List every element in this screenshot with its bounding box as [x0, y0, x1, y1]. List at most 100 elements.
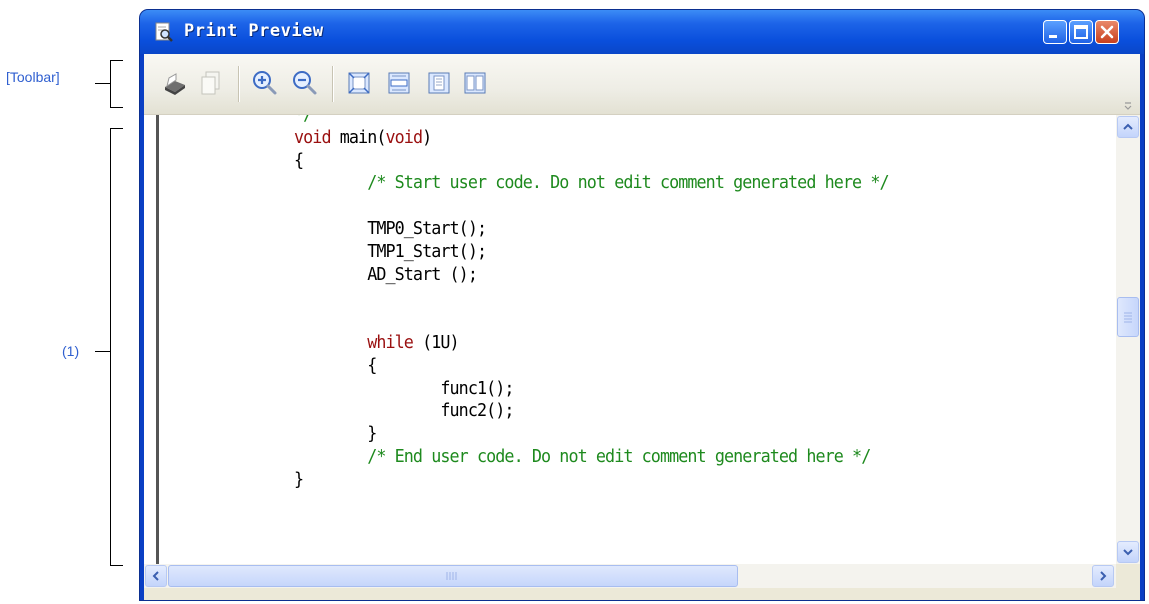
code-text: ) — [422, 126, 432, 148]
scrollbar-corner — [1116, 564, 1140, 588]
chevron-left-icon — [152, 571, 159, 581]
window-client-area: */void main(void){ /* Start user code. D… — [144, 54, 1140, 600]
pane-callout-label: (1) — [62, 343, 80, 359]
code-line: /* End user code. Do not edit comment ge… — [294, 446, 889, 469]
code-keyword: void — [385, 126, 424, 148]
code-line: func2(); — [294, 400, 889, 423]
fit-page-width-button[interactable] — [384, 67, 414, 99]
toolbar-separator — [332, 66, 334, 102]
grip-icon — [446, 572, 457, 580]
code-line: */ — [294, 115, 889, 127]
code-text: main( — [330, 126, 387, 148]
code-line: { — [294, 150, 889, 173]
print-button[interactable] — [160, 67, 190, 99]
scroll-up-button[interactable] — [1117, 116, 1139, 138]
code-line: while (1U) — [294, 332, 889, 355]
vertical-scrollbar[interactable] — [1116, 115, 1140, 564]
two-pages-icon — [464, 72, 486, 94]
chevron-down-icon — [1123, 549, 1133, 556]
preview-pane[interactable]: */void main(void){ /* Start user code. D… — [144, 115, 1116, 564]
close-button[interactable] — [1095, 20, 1119, 44]
horizontal-scrollbar[interactable] — [144, 564, 1116, 588]
chevron-right-icon — [1100, 571, 1107, 581]
toolbar-callout-line — [95, 83, 110, 84]
scroll-left-button[interactable] — [145, 565, 167, 587]
copy-icon — [201, 71, 220, 95]
zoom-in-button[interactable] — [250, 67, 280, 99]
maximize-icon — [1074, 25, 1088, 39]
minimize-button[interactable] — [1043, 20, 1067, 44]
zoom-in-icon — [253, 71, 277, 95]
code-comment: */ — [294, 115, 313, 125]
scroll-right-button[interactable] — [1092, 565, 1114, 587]
code-text: TMP1_Start(); — [367, 240, 487, 262]
code-text: } — [367, 423, 377, 445]
code-text: (1U) — [412, 331, 460, 353]
page-margin-line — [156, 115, 159, 564]
printer-icon — [165, 73, 185, 95]
code-text: { — [294, 149, 304, 171]
code-text: AD_Start (); — [367, 263, 478, 285]
print-preview-icon — [155, 22, 173, 42]
chevron-up-icon — [1123, 123, 1133, 130]
code-line: TMP1_Start(); — [294, 241, 889, 264]
code-comment: /* Start user code. Do not edit comment … — [367, 172, 889, 194]
fit-width-icon — [388, 72, 410, 94]
code-keyword: void — [294, 126, 332, 148]
code-listing: */void main(void){ /* Start user code. D… — [294, 115, 890, 492]
code-line: void main(void) — [294, 127, 889, 150]
code-comment: /* End user code. Do not edit comment ge… — [367, 445, 871, 467]
code-line: func1(); — [294, 378, 889, 401]
scroll-down-button[interactable] — [1117, 541, 1139, 563]
pane-callout-line — [95, 351, 110, 352]
toolbar-separator — [238, 66, 240, 102]
code-line: /* Start user code. Do not edit comment … — [294, 172, 889, 195]
toolbar-overflow-icon[interactable] — [1124, 102, 1132, 110]
grip-icon — [1124, 312, 1132, 323]
code-line: { — [294, 355, 889, 378]
close-icon — [1100, 25, 1114, 39]
code-text: TMP0_Start(); — [367, 217, 487, 239]
zoom-out-icon — [293, 71, 317, 95]
two-pages-button[interactable] — [460, 67, 490, 99]
fit-whole-page-button[interactable] — [344, 67, 374, 99]
toolbar — [144, 54, 1140, 115]
pane-bracket — [110, 128, 123, 566]
one-page-button[interactable] — [424, 67, 454, 99]
code-line: AD_Start (); — [294, 264, 889, 287]
code-line: } — [294, 469, 889, 492]
code-text: } — [294, 468, 304, 490]
minimize-icon — [1049, 35, 1057, 38]
code-text: func1(); — [440, 377, 514, 399]
copy-button[interactable] — [196, 67, 226, 99]
maximize-button[interactable] — [1069, 20, 1093, 44]
horizontal-scroll-thumb[interactable] — [168, 565, 738, 587]
code-line: TMP0_Start(); — [294, 218, 889, 241]
one-page-icon — [428, 72, 450, 94]
code-line: } — [294, 423, 889, 446]
toolbar-callout-label: [Toolbar] — [6, 69, 60, 85]
code-keyword: while — [367, 331, 414, 353]
zoom-out-button[interactable] — [290, 67, 320, 99]
window-title: Print Preview — [184, 21, 324, 41]
code-text: { — [367, 354, 377, 376]
toolbar-bracket — [110, 60, 123, 108]
fit-page-icon — [348, 72, 370, 94]
code-text: func2(); — [440, 400, 514, 422]
print-preview-window: Print Preview void main(void) {/* Start… — [140, 10, 1144, 600]
vertical-scroll-thumb[interactable] — [1117, 297, 1139, 337]
title-bar[interactable]: Print Preview — [140, 10, 1144, 54]
